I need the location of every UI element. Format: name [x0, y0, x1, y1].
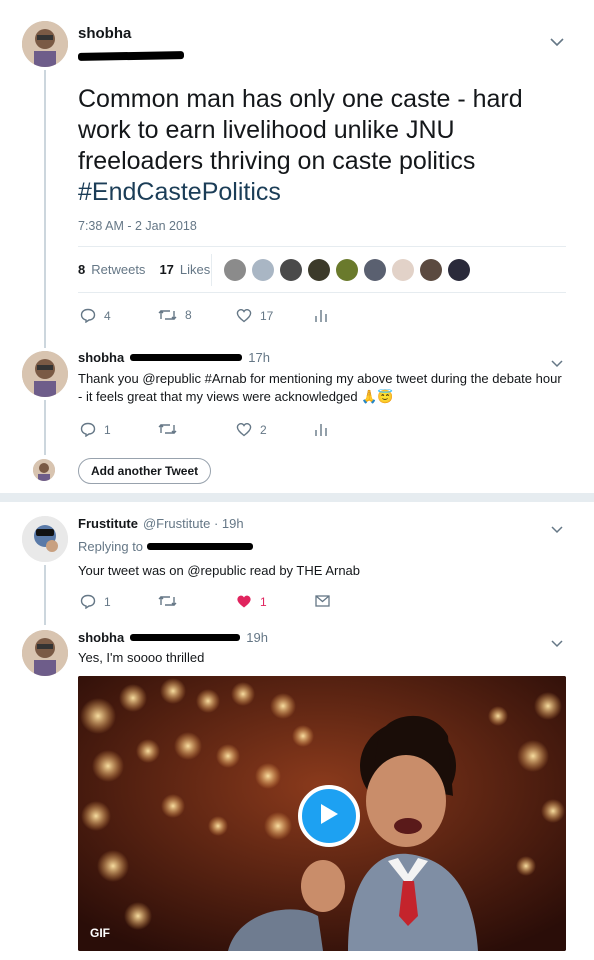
analytics-button[interactable] — [315, 308, 327, 323]
tweet-handle-time[interactable]: @Frustitute · 19h — [143, 516, 244, 531]
tweet-author-name[interactable]: shobha — [78, 630, 124, 645]
thread-line — [44, 70, 46, 348]
like-button-active[interactable]: 1 — [236, 594, 267, 609]
thread-line — [44, 400, 46, 455]
heart-icon — [236, 422, 252, 437]
reply-count: 1 — [104, 594, 111, 609]
reply-icon — [80, 308, 96, 323]
retweet-count: 8 — [185, 308, 192, 322]
liker-avatar[interactable] — [336, 259, 358, 281]
divider — [78, 292, 566, 293]
retweet-button[interactable]: 8 — [158, 308, 192, 322]
gif-media[interactable]: GIF — [78, 676, 566, 951]
tweet-timestamp[interactable]: 7:38 AM - 2 Jan 2018 — [78, 219, 197, 233]
heart-filled-icon — [236, 594, 252, 609]
tweet-text: Your tweet was on @republic read by THE … — [78, 563, 361, 578]
divider — [78, 246, 566, 247]
chevron-down-icon[interactable] — [551, 521, 563, 537]
like-count: 2 — [260, 422, 267, 437]
likes-label[interactable]: Likes — [180, 262, 210, 277]
reply-button[interactable]: 1 — [80, 594, 111, 609]
reply-icon — [80, 422, 96, 437]
reply-button[interactable]: 4 — [80, 308, 111, 323]
reply-count: 1 — [104, 422, 111, 437]
liker-avatar[interactable] — [280, 259, 302, 281]
liker-avatar[interactable] — [364, 259, 386, 281]
chevron-down-icon[interactable] — [551, 355, 563, 371]
tweet-time[interactable]: 19h — [246, 630, 268, 645]
section-divider — [0, 493, 594, 502]
liker-avatar[interactable] — [420, 259, 442, 281]
play-icon — [318, 802, 340, 831]
redacted-handle — [77, 51, 185, 61]
tweet-header: Frustitute @Frustitute · 19h — [78, 516, 244, 531]
tweet-text-body: Common man has only one caste - hard wor… — [78, 85, 523, 175]
analytics-button[interactable] — [315, 422, 327, 437]
hashtag-link[interactable]: #EndCastePolitics — [78, 178, 281, 206]
tweet-author-name[interactable]: shobha — [78, 25, 131, 42]
analytics-icon — [315, 422, 327, 437]
thread-line — [44, 565, 46, 625]
gif-badge: GIF — [90, 926, 110, 940]
envelope-icon — [315, 595, 330, 607]
redacted-handle[interactable] — [147, 543, 254, 550]
heart-icon — [236, 308, 252, 323]
avatar[interactable] — [22, 351, 68, 397]
tweet-text: Common man has only one caste - hard wor… — [78, 84, 568, 208]
liker-avatar[interactable] — [392, 259, 414, 281]
likers-avatars — [224, 259, 474, 281]
liker-avatar[interactable] — [224, 259, 246, 281]
tweet-time[interactable]: 17h — [248, 350, 270, 365]
like-count: 1 — [260, 594, 267, 609]
reply-count: 4 — [104, 308, 111, 323]
retweets-count[interactable]: 8 — [78, 262, 85, 277]
liker-avatar[interactable] — [448, 259, 470, 281]
play-button[interactable] — [298, 785, 360, 847]
tweet-text: Thank you @republic #Arnab for mentionin… — [78, 371, 562, 404]
like-count: 17 — [260, 308, 274, 323]
likes-count[interactable]: 17 — [159, 262, 173, 277]
message-button[interactable] — [315, 595, 330, 607]
reply-icon — [80, 594, 96, 609]
redacted-handle — [130, 634, 241, 641]
avatar[interactable] — [22, 516, 68, 562]
retweet-button[interactable] — [158, 422, 177, 436]
tweet-text: Yes, I'm soooo thrilled — [78, 650, 205, 665]
liker-avatar[interactable] — [252, 259, 274, 281]
replying-to: Replying to — [78, 539, 254, 554]
stats-divider — [211, 254, 212, 286]
tweet-header: shobha 19h — [78, 630, 268, 645]
redacted-handle — [130, 354, 243, 361]
tweet-author-name[interactable]: shobha — [78, 350, 124, 365]
retweet-icon — [158, 422, 177, 436]
chevron-down-icon[interactable] — [550, 34, 564, 50]
tweet-header: shobha 17h — [78, 350, 270, 365]
tweet-author-name[interactable]: Frustitute — [78, 516, 138, 531]
retweet-button[interactable] — [158, 594, 177, 608]
avatar[interactable] — [22, 21, 68, 67]
replying-to-label: Replying to — [78, 539, 144, 554]
reply-button[interactable]: 1 — [80, 422, 111, 437]
retweet-icon — [158, 308, 177, 322]
avatar[interactable] — [22, 630, 68, 676]
retweet-icon — [158, 594, 177, 608]
tweet-stats: 8 Retweets 17 Likes — [78, 262, 210, 277]
like-button[interactable]: 17 — [236, 308, 273, 323]
liker-avatar[interactable] — [308, 259, 330, 281]
like-button[interactable]: 2 — [236, 422, 267, 437]
retweets-label[interactable]: Retweets — [91, 262, 145, 277]
analytics-icon — [315, 308, 327, 323]
avatar-small — [33, 459, 55, 481]
add-another-tweet-button[interactable]: Add another Tweet — [78, 458, 212, 484]
